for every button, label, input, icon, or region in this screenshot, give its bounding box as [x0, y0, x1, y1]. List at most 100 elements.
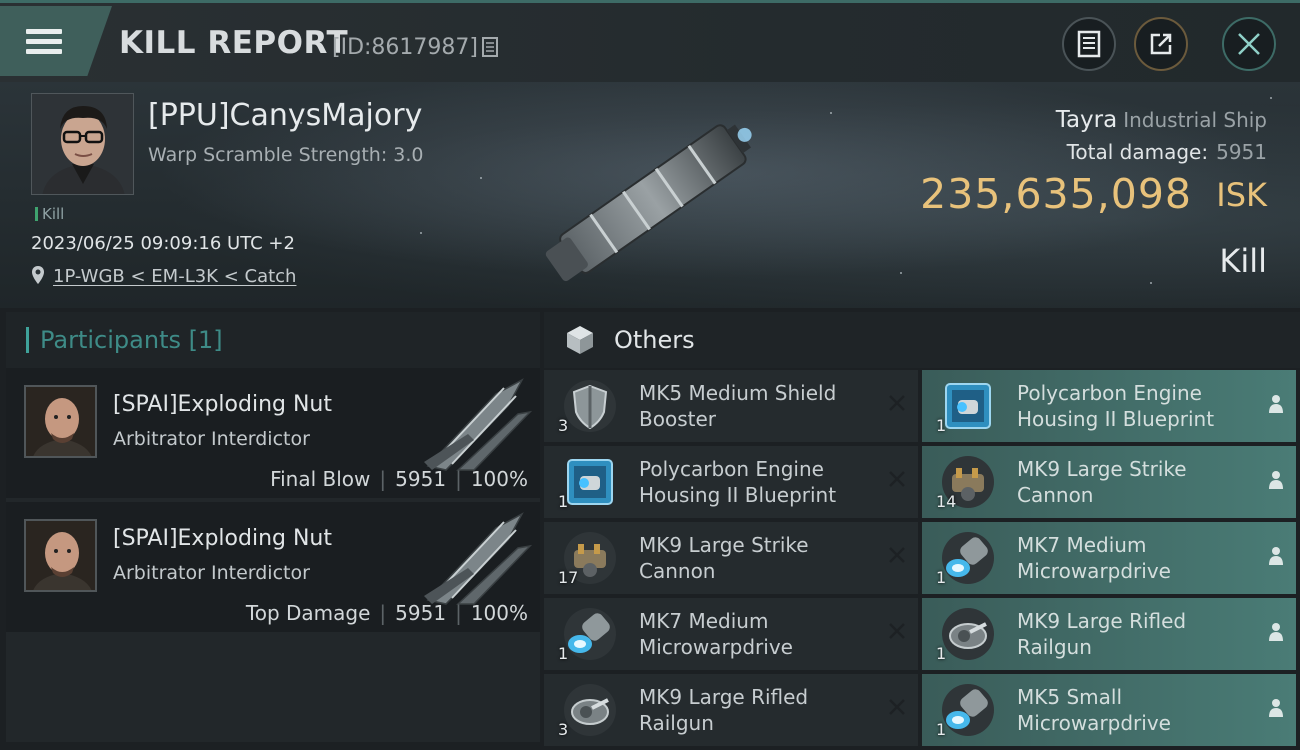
hamburger-icon [26, 24, 62, 59]
close-icon [1238, 33, 1260, 55]
attacker-stats: Top Damage | 5951 | 100% [245, 601, 528, 625]
warp-scramble-strength: Warp Scramble Strength: 3.0 [148, 144, 424, 166]
shield-booster-icon [560, 376, 620, 436]
participants-panel: Participants [1] [SPAI]Exploding Nut Arb… [6, 312, 540, 742]
cargo-box-icon [567, 326, 593, 354]
attacker-percent: 100% [470, 467, 528, 491]
dropped-state [1268, 546, 1284, 570]
destroyed-icon [889, 699, 905, 715]
person-icon [1269, 623, 1283, 641]
isk-value: 235,635,098 [920, 170, 1192, 218]
attacker-percent: 100% [470, 601, 528, 625]
microwarpdrive-icon [560, 604, 620, 664]
victim-ship[interactable]: Tayra Industrial Ship [1056, 107, 1267, 133]
item-quantity: 1 [936, 720, 947, 739]
location-link[interactable]: 1P-WGB < EM-L3K < Catch [53, 266, 296, 287]
destroyed-item[interactable]: 17 MK9 Large Strike Cannon [544, 522, 918, 594]
attacker-ship: Arbitrator Interdictor [113, 428, 310, 450]
item-quantity: 14 [936, 492, 957, 511]
victim-panel: [PPU]CanysMajory Warp Scramble Strength:… [0, 82, 1300, 308]
participants-header: Participants [1] [6, 312, 540, 368]
close-button[interactable] [1222, 17, 1276, 71]
item-quantity: 1 [558, 644, 569, 663]
report-id: [ID:8617987] [332, 35, 478, 60]
kill-tag: Kill [35, 205, 64, 223]
destroyed-state [888, 622, 906, 644]
victim-ship-image [545, 124, 752, 282]
notes-button[interactable] [1062, 17, 1116, 71]
victim-name[interactable]: [PPU]CanysMajory [148, 98, 422, 133]
participant-row[interactable]: [SPAI]Exploding Nut Arbitrator Interdict… [6, 368, 540, 502]
destroyed-item[interactable]: 1 Polycarbon Engine Housing II Blueprint [544, 446, 918, 518]
dropped-state [1268, 394, 1284, 418]
attacker-stats: Final Blow | 5951 | 100% [270, 467, 528, 491]
menu-button[interactable] [0, 6, 112, 76]
attacker-ship-image [424, 512, 533, 605]
item-name: MK9 Large Rifled Railgun [639, 685, 809, 735]
result-label: Kill [1219, 242, 1267, 280]
others-title: Others [614, 326, 695, 354]
attacker-avatar[interactable] [24, 385, 97, 458]
participant-list: [SPAI]Exploding Nut Arbitrator Interdict… [6, 368, 540, 636]
microwarpdrive-icon [938, 680, 998, 740]
dropped-state [1268, 470, 1284, 494]
item-name: MK7 Medium Microwarpdrive [1017, 533, 1171, 583]
dropped-state [1268, 698, 1284, 722]
destroyed-item[interactable]: 3 MK9 Large Rifled Railgun [544, 674, 918, 746]
attacker-portrait-image [26, 521, 95, 590]
person-icon [1269, 547, 1283, 565]
item-quantity: 1 [936, 568, 947, 587]
ship-name: Tayra [1055, 107, 1118, 133]
item-quantity: 1 [936, 416, 947, 435]
pilot-portrait-image [32, 94, 133, 194]
dropped-item[interactable]: 1 MK9 Large Rifled Railgun [922, 598, 1296, 670]
destroyed-state [888, 394, 906, 416]
participant-row[interactable]: [SPAI]Exploding Nut Arbitrator Interdict… [6, 502, 540, 636]
top-bar: KILL REPORT [ID:8617987] [0, 0, 1300, 82]
item-name: Polycarbon Engine Housing II Blueprint [639, 457, 837, 507]
destroyed-icon [889, 395, 905, 411]
copy-icon[interactable] [482, 37, 500, 59]
railgun-icon [560, 680, 620, 740]
item-quantity: 3 [558, 416, 569, 435]
attacker-name: [SPAI]Exploding Nut [113, 526, 332, 551]
destroyed-state [888, 470, 906, 492]
item-quantity: 17 [558, 568, 579, 587]
dropped-state [1268, 622, 1284, 646]
attacker-name: [SPAI]Exploding Nut [113, 392, 332, 417]
attacker-ship-image [424, 378, 533, 471]
destroyed-icon [889, 623, 905, 639]
item-quantity: 3 [558, 720, 569, 739]
dropped-item[interactable]: 1 Polycarbon Engine Housing II Blueprint [922, 370, 1296, 442]
blueprint-icon [560, 452, 620, 512]
attacker-avatar[interactable] [24, 519, 97, 592]
destroyed-state [888, 546, 906, 568]
kill-timestamp: 2023/06/25 09:09:16 UTC +2 [31, 233, 295, 254]
railgun-icon [938, 604, 998, 664]
page-title: KILL REPORT [119, 25, 349, 61]
destroyed-item[interactable]: 3 MK5 Medium Shield Booster [544, 370, 918, 442]
item-name: MK9 Large Strike Cannon [1017, 457, 1187, 507]
victim-avatar[interactable] [31, 93, 134, 195]
destroyed-state [888, 698, 906, 720]
item-name: MK9 Large Rifled Railgun [1017, 609, 1187, 659]
dropped-item[interactable]: 1 MK7 Medium Microwarpdrive [922, 522, 1296, 594]
total-damage-value: 5951 [1216, 140, 1267, 164]
attacker-role: Top Damage [245, 601, 371, 625]
item-quantity: 1 [558, 492, 569, 511]
person-icon [1269, 395, 1283, 413]
attacker-ship: Arbitrator Interdictor [113, 562, 310, 584]
item-name: MK5 Medium Shield Booster [639, 381, 837, 431]
destroyed-item[interactable]: 1 MK7 Medium Microwarpdrive [544, 598, 918, 670]
microwarpdrive-icon [938, 528, 998, 588]
ship-class: Industrial Ship [1123, 108, 1267, 132]
destroyed-icon [889, 471, 905, 487]
share-button[interactable] [1134, 17, 1188, 71]
document-icon [1077, 30, 1101, 58]
dropped-item[interactable]: 1 MK5 Small Microwarpdrive [922, 674, 1296, 746]
dropped-item[interactable]: 14 MK9 Large Strike Cannon [922, 446, 1296, 518]
location-pin-icon [32, 266, 44, 284]
attacker-portrait-image [26, 387, 95, 456]
participants-title: Participants [1] [40, 326, 223, 354]
destroyed-icon [889, 547, 905, 563]
